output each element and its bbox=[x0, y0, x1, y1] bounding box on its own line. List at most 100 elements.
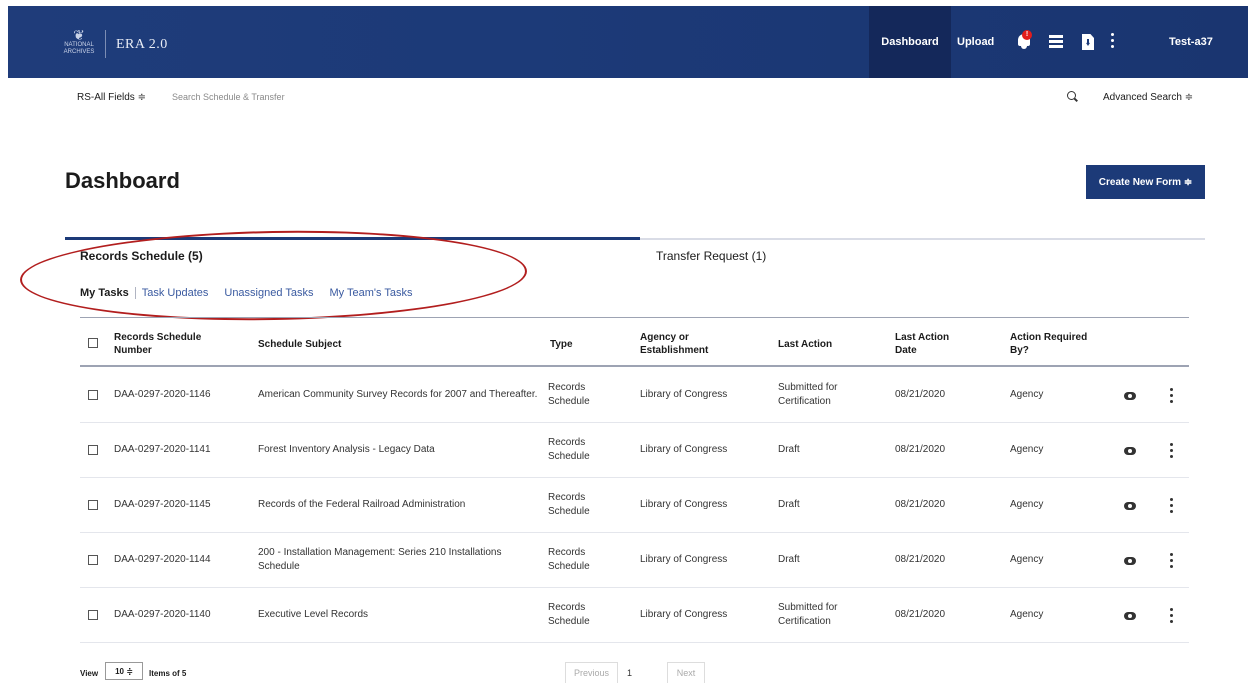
schedule-number[interactable]: DAA-0297-2020-1144 bbox=[114, 553, 211, 567]
agency: Library of Congress bbox=[640, 499, 728, 510]
logo-text: NATIONAL ARCHIVES bbox=[63, 42, 95, 55]
row-checkbox[interactable] bbox=[88, 390, 98, 400]
notification-badge: ! bbox=[1022, 30, 1032, 40]
pager-view-label: View bbox=[80, 669, 99, 678]
row-checkbox[interactable] bbox=[88, 555, 98, 565]
last-action-date: 08/21/2020 bbox=[895, 389, 946, 400]
tab-transfer-request[interactable]: Transfer Request (1) bbox=[656, 249, 766, 263]
create-new-form-button[interactable]: Create New Form ≑ bbox=[1086, 165, 1205, 199]
row-more-options-icon[interactable] bbox=[1170, 388, 1174, 404]
last-action: Submitted for Certification bbox=[778, 382, 838, 407]
tab-records-schedule[interactable]: Records Schedule (5) bbox=[80, 249, 203, 263]
table-header: Records Schedule Number Schedule Subject … bbox=[80, 318, 1189, 367]
schedule-type: Records Schedule bbox=[548, 602, 590, 627]
agency: Library of Congress bbox=[640, 554, 728, 565]
row-checkbox[interactable] bbox=[88, 610, 98, 620]
user-menu[interactable]: Test-a37 bbox=[1169, 36, 1213, 48]
schedule-number[interactable]: DAA-0297-2020-1140 bbox=[114, 608, 211, 622]
task-subtabs: My Tasks Task Updates Unassigned Tasks M… bbox=[80, 287, 412, 299]
last-action: Draft bbox=[778, 499, 800, 510]
search-bar: RS-All Fields ≑ Advanced Search ≑ bbox=[0, 78, 1257, 118]
subtab-my-teams-tasks[interactable]: My Team's Tasks bbox=[329, 287, 412, 299]
row-checkbox[interactable] bbox=[88, 445, 98, 455]
agency: Library of Congress bbox=[640, 389, 728, 400]
next-page-button[interactable]: Next bbox=[667, 662, 705, 683]
page-title: Dashboard bbox=[65, 168, 180, 193]
table-row[interactable]: DAA-0297-2020-1140 Executive Level Recor… bbox=[80, 588, 1189, 643]
header-schedule-subject[interactable]: Schedule Subject bbox=[258, 338, 341, 351]
schedule-number[interactable]: DAA-0297-2020-1141 bbox=[114, 443, 211, 457]
action-required-by: Agency bbox=[1010, 554, 1044, 565]
last-action-date: 08/21/2020 bbox=[895, 609, 946, 620]
agency: Library of Congress bbox=[640, 444, 728, 455]
row-more-options-icon[interactable] bbox=[1170, 608, 1174, 624]
notification-bell-icon[interactable]: ! bbox=[1016, 30, 1032, 52]
row-checkbox[interactable] bbox=[88, 500, 98, 510]
last-action: Draft bbox=[778, 444, 800, 455]
more-options-icon[interactable] bbox=[1111, 33, 1115, 49]
view-eye-icon[interactable] bbox=[1124, 612, 1136, 620]
row-more-options-icon[interactable] bbox=[1170, 553, 1174, 569]
schedule-subject: Executive Level Records bbox=[258, 609, 369, 620]
view-eye-icon[interactable] bbox=[1124, 557, 1136, 565]
table-row[interactable]: DAA-0297-2020-1145 Records of the Federa… bbox=[80, 478, 1189, 533]
header-last-action-date[interactable]: Last Action Date bbox=[895, 331, 949, 357]
schedule-subject: Forest Inventory Analysis - Legacy Data bbox=[258, 444, 435, 455]
last-action-date: 08/21/2020 bbox=[895, 444, 946, 455]
action-required-by: Agency bbox=[1010, 609, 1044, 620]
table-row[interactable]: DAA-0297-2020-1144 200 - Installation Ma… bbox=[80, 533, 1189, 588]
schedule-type: Records Schedule bbox=[548, 382, 590, 407]
top-navigation-bar: ❦ NATIONAL ARCHIVES ERA 2.0 Dashboard Up… bbox=[8, 6, 1248, 78]
last-action-date: 08/21/2020 bbox=[895, 499, 946, 510]
search-scope-select[interactable]: RS-All Fields ≑ bbox=[77, 92, 146, 103]
app-title: ERA 2.0 bbox=[116, 37, 168, 52]
eagle-seal-icon: ❦ bbox=[73, 27, 85, 43]
header-type[interactable]: Type bbox=[550, 338, 573, 351]
action-required-by: Agency bbox=[1010, 499, 1044, 510]
file-download-icon[interactable] bbox=[1082, 34, 1094, 50]
subtab-my-tasks[interactable]: My Tasks bbox=[80, 287, 129, 299]
view-eye-icon[interactable] bbox=[1124, 392, 1136, 400]
schedule-type: Records Schedule bbox=[548, 547, 590, 572]
server-list-icon[interactable] bbox=[1049, 35, 1063, 49]
advanced-search-select[interactable]: Advanced Search ≑ bbox=[1103, 92, 1193, 103]
select-all-checkbox[interactable] bbox=[88, 338, 98, 348]
subtab-divider bbox=[134, 287, 136, 299]
national-archives-logo[interactable]: ❦ NATIONAL ARCHIVES bbox=[60, 28, 98, 58]
last-action: Draft bbox=[778, 554, 800, 565]
schedule-subject: 200 - Installation Management: Series 21… bbox=[258, 547, 502, 572]
schedule-subject: American Community Survey Records for 20… bbox=[258, 389, 538, 400]
subtab-unassigned-tasks[interactable]: Unassigned Tasks bbox=[224, 287, 313, 299]
agency: Library of Congress bbox=[640, 609, 728, 620]
last-action-date: 08/21/2020 bbox=[895, 554, 946, 565]
nav-upload-link[interactable]: Upload bbox=[957, 36, 994, 48]
header-action-required[interactable]: Action Required By? bbox=[1010, 331, 1087, 357]
table-row[interactable]: DAA-0297-2020-1141 Forest Inventory Anal… bbox=[80, 423, 1189, 478]
tab-active-indicator bbox=[65, 237, 640, 240]
view-eye-icon[interactable] bbox=[1124, 502, 1136, 510]
header-schedule-number[interactable]: Records Schedule Number bbox=[114, 331, 201, 357]
last-action: Submitted for Certification bbox=[778, 602, 838, 627]
pager-items-count: Items of 5 bbox=[149, 669, 187, 678]
action-required-by: Agency bbox=[1010, 444, 1044, 455]
header-last-action[interactable]: Last Action bbox=[778, 338, 832, 351]
row-more-options-icon[interactable] bbox=[1170, 498, 1174, 514]
search-icon[interactable] bbox=[1067, 91, 1076, 100]
previous-page-button[interactable]: Previous bbox=[565, 662, 618, 683]
nav-dashboard-link[interactable]: Dashboard bbox=[869, 6, 951, 78]
schedule-type: Records Schedule bbox=[548, 437, 590, 462]
highlight-ellipse-annotation bbox=[19, 226, 528, 325]
schedule-subject: Records of the Federal Railroad Administ… bbox=[258, 499, 466, 510]
subtab-task-updates[interactable]: Task Updates bbox=[142, 287, 209, 299]
schedule-number[interactable]: DAA-0297-2020-1145 bbox=[114, 498, 211, 512]
header-agency[interactable]: Agency or Establishment bbox=[640, 331, 708, 357]
search-input[interactable] bbox=[172, 87, 872, 107]
page-size-select[interactable]: 10 ≑ bbox=[105, 662, 143, 680]
table-row[interactable]: DAA-0297-2020-1146 American Community Su… bbox=[80, 368, 1189, 423]
current-page-number[interactable]: 1 bbox=[627, 668, 632, 678]
schedule-number[interactable]: DAA-0297-2020-1146 bbox=[114, 388, 211, 402]
action-required-by: Agency bbox=[1010, 389, 1044, 400]
logo-divider bbox=[105, 30, 106, 58]
row-more-options-icon[interactable] bbox=[1170, 443, 1174, 459]
view-eye-icon[interactable] bbox=[1124, 447, 1136, 455]
